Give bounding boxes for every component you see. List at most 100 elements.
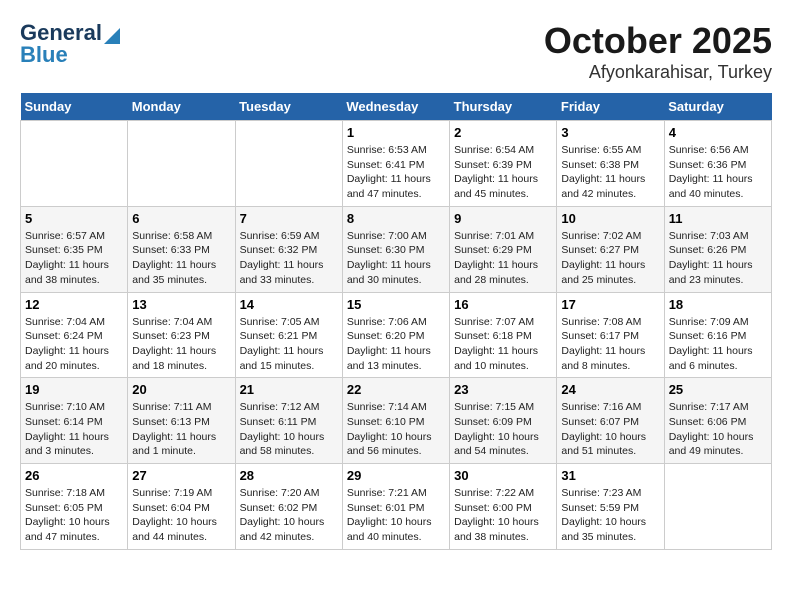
calendar-header-saturday: Saturday	[664, 93, 771, 121]
calendar-cell: 5 Sunrise: 6:57 AM Sunset: 6:35 PM Daylig…	[21, 206, 128, 292]
day-number: 24	[561, 382, 659, 397]
location-title: Afyonkarahisar, Turkey	[544, 62, 772, 83]
calendar-header-row: SundayMondayTuesdayWednesdayThursdayFrid…	[21, 93, 772, 121]
calendar-cell: 1 Sunrise: 6:53 AM Sunset: 6:41 PM Daylig…	[342, 121, 449, 207]
day-info: Sunrise: 7:11 AM Sunset: 6:13 PM Dayligh…	[132, 400, 230, 459]
calendar-cell: 15Sunrise: 7:06 AM Sunset: 6:20 PM Dayli…	[342, 292, 449, 378]
calendar-week-row: 12Sunrise: 7:04 AM Sunset: 6:24 PM Dayli…	[21, 292, 772, 378]
calendar-cell: 6 Sunrise: 6:58 AM Sunset: 6:33 PM Daylig…	[128, 206, 235, 292]
day-number: 2	[454, 125, 552, 140]
calendar-cell: 31 Sunrise: 7:23 AM Sunset: 5:59 PM Dayli…	[557, 464, 664, 550]
calendar-cell: 28 Sunrise: 7:20 AM Sunset: 6:02 PM Dayli…	[235, 464, 342, 550]
day-info: Sunrise: 7:07 AM Sunset: 6:18 PM Dayligh…	[454, 315, 552, 374]
calendar-cell	[235, 121, 342, 207]
calendar-cell: 8Sunrise: 7:00 AM Sunset: 6:30 PM Daylig…	[342, 206, 449, 292]
day-info: Sunrise: 7:18 AM Sunset: 6:05 PM Dayligh…	[25, 486, 123, 545]
day-info: Sunrise: 6:59 AM Sunset: 6:32 PM Dayligh…	[240, 229, 338, 288]
day-info: Sunrise: 7:17 AM Sunset: 6:06 PM Dayligh…	[669, 400, 767, 459]
calendar-header-friday: Friday	[557, 93, 664, 121]
calendar-cell: 13Sunrise: 7:04 AM Sunset: 6:23 PM Dayli…	[128, 292, 235, 378]
calendar-cell: 2 Sunrise: 6:54 AM Sunset: 6:39 PM Daylig…	[450, 121, 557, 207]
calendar-cell: 12Sunrise: 7:04 AM Sunset: 6:24 PM Dayli…	[21, 292, 128, 378]
calendar-cell: 19 Sunrise: 7:10 AM Sunset: 6:14 PM Dayli…	[21, 378, 128, 464]
calendar-cell	[21, 121, 128, 207]
day-info: Sunrise: 6:55 AM Sunset: 6:38 PM Dayligh…	[561, 143, 659, 202]
calendar-cell: 25 Sunrise: 7:17 AM Sunset: 6:06 PM Dayli…	[664, 378, 771, 464]
day-number: 25	[669, 382, 767, 397]
calendar-cell: 23 Sunrise: 7:15 AM Sunset: 6:09 PM Dayli…	[450, 378, 557, 464]
calendar-cell: 11Sunrise: 7:03 AM Sunset: 6:26 PM Dayli…	[664, 206, 771, 292]
calendar-cell: 3Sunrise: 6:55 AM Sunset: 6:38 PM Daylig…	[557, 121, 664, 207]
day-number: 31	[561, 468, 659, 483]
calendar-week-row: 19 Sunrise: 7:10 AM Sunset: 6:14 PM Dayli…	[21, 378, 772, 464]
day-info: Sunrise: 7:01 AM Sunset: 6:29 PM Dayligh…	[454, 229, 552, 288]
calendar-cell	[128, 121, 235, 207]
calendar-week-row: 5 Sunrise: 6:57 AM Sunset: 6:35 PM Daylig…	[21, 206, 772, 292]
day-info: Sunrise: 7:15 AM Sunset: 6:09 PM Dayligh…	[454, 400, 552, 459]
day-number: 29	[347, 468, 445, 483]
calendar-cell: 10 Sunrise: 7:02 AM Sunset: 6:27 PM Dayli…	[557, 206, 664, 292]
calendar-header-monday: Monday	[128, 93, 235, 121]
calendar-cell: 16 Sunrise: 7:07 AM Sunset: 6:18 PM Dayli…	[450, 292, 557, 378]
day-info: Sunrise: 7:16 AM Sunset: 6:07 PM Dayligh…	[561, 400, 659, 459]
calendar-cell: 7 Sunrise: 6:59 AM Sunset: 6:32 PM Daylig…	[235, 206, 342, 292]
day-number: 19	[25, 382, 123, 397]
day-number: 22	[347, 382, 445, 397]
day-number: 8	[347, 211, 445, 226]
calendar-cell: 4 Sunrise: 6:56 AM Sunset: 6:36 PM Daylig…	[664, 121, 771, 207]
day-number: 28	[240, 468, 338, 483]
day-info: Sunrise: 7:23 AM Sunset: 5:59 PM Dayligh…	[561, 486, 659, 545]
calendar-cell: 18Sunrise: 7:09 AM Sunset: 6:16 PM Dayli…	[664, 292, 771, 378]
day-info: Sunrise: 6:57 AM Sunset: 6:35 PM Dayligh…	[25, 229, 123, 288]
day-number: 14	[240, 297, 338, 312]
day-info: Sunrise: 7:20 AM Sunset: 6:02 PM Dayligh…	[240, 486, 338, 545]
day-number: 4	[669, 125, 767, 140]
day-number: 6	[132, 211, 230, 226]
calendar-cell: 21 Sunrise: 7:12 AM Sunset: 6:11 PM Dayli…	[235, 378, 342, 464]
calendar-week-row: 26 Sunrise: 7:18 AM Sunset: 6:05 PM Dayli…	[21, 464, 772, 550]
day-info: Sunrise: 7:12 AM Sunset: 6:11 PM Dayligh…	[240, 400, 338, 459]
day-info: Sunrise: 6:58 AM Sunset: 6:33 PM Dayligh…	[132, 229, 230, 288]
calendar-header-tuesday: Tuesday	[235, 93, 342, 121]
calendar-cell: 30 Sunrise: 7:22 AM Sunset: 6:00 PM Dayli…	[450, 464, 557, 550]
day-info: Sunrise: 7:09 AM Sunset: 6:16 PM Dayligh…	[669, 315, 767, 374]
day-number: 9	[454, 211, 552, 226]
day-number: 27	[132, 468, 230, 483]
day-info: Sunrise: 7:02 AM Sunset: 6:27 PM Dayligh…	[561, 229, 659, 288]
day-info: Sunrise: 7:10 AM Sunset: 6:14 PM Dayligh…	[25, 400, 123, 459]
calendar-header-thursday: Thursday	[450, 93, 557, 121]
day-number: 5	[25, 211, 123, 226]
day-number: 30	[454, 468, 552, 483]
logo: General Blue	[20, 20, 120, 68]
day-info: Sunrise: 7:14 AM Sunset: 6:10 PM Dayligh…	[347, 400, 445, 459]
calendar-cell: 26 Sunrise: 7:18 AM Sunset: 6:05 PM Dayli…	[21, 464, 128, 550]
day-number: 10	[561, 211, 659, 226]
day-number: 17	[561, 297, 659, 312]
calendar-cell: 20Sunrise: 7:11 AM Sunset: 6:13 PM Dayli…	[128, 378, 235, 464]
day-info: Sunrise: 7:03 AM Sunset: 6:26 PM Dayligh…	[669, 229, 767, 288]
calendar-cell: 24 Sunrise: 7:16 AM Sunset: 6:07 PM Dayli…	[557, 378, 664, 464]
day-info: Sunrise: 6:54 AM Sunset: 6:39 PM Dayligh…	[454, 143, 552, 202]
day-info: Sunrise: 7:21 AM Sunset: 6:01 PM Dayligh…	[347, 486, 445, 545]
day-info: Sunrise: 6:53 AM Sunset: 6:41 PM Dayligh…	[347, 143, 445, 202]
month-title: October 2025	[544, 20, 772, 62]
calendar-header-wednesday: Wednesday	[342, 93, 449, 121]
day-number: 21	[240, 382, 338, 397]
calendar-cell: 9 Sunrise: 7:01 AM Sunset: 6:29 PM Daylig…	[450, 206, 557, 292]
day-number: 1	[347, 125, 445, 140]
day-info: Sunrise: 7:22 AM Sunset: 6:00 PM Dayligh…	[454, 486, 552, 545]
day-number: 23	[454, 382, 552, 397]
day-number: 7	[240, 211, 338, 226]
calendar-cell: 27Sunrise: 7:19 AM Sunset: 6:04 PM Dayli…	[128, 464, 235, 550]
page-header: General Blue October 2025 Afyonkarahisar…	[20, 20, 772, 83]
logo-blue: Blue	[20, 42, 68, 68]
day-number: 16	[454, 297, 552, 312]
day-number: 26	[25, 468, 123, 483]
day-number: 15	[347, 297, 445, 312]
day-info: Sunrise: 6:56 AM Sunset: 6:36 PM Dayligh…	[669, 143, 767, 202]
calendar-cell: 22 Sunrise: 7:14 AM Sunset: 6:10 PM Dayli…	[342, 378, 449, 464]
calendar-cell: 29 Sunrise: 7:21 AM Sunset: 6:01 PM Dayli…	[342, 464, 449, 550]
day-info: Sunrise: 7:04 AM Sunset: 6:24 PM Dayligh…	[25, 315, 123, 374]
day-info: Sunrise: 7:05 AM Sunset: 6:21 PM Dayligh…	[240, 315, 338, 374]
calendar-cell: 14 Sunrise: 7:05 AM Sunset: 6:21 PM Dayli…	[235, 292, 342, 378]
